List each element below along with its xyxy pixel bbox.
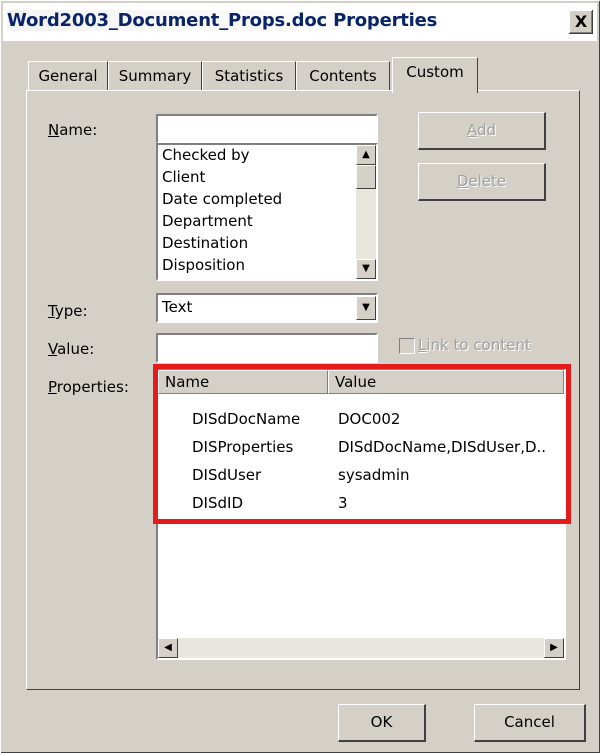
- link-to-content-checkbox[interactable]: [399, 338, 415, 354]
- name-input[interactable]: [156, 114, 378, 144]
- add-button[interactable]: Add: [418, 112, 546, 150]
- properties-label: Properties:: [48, 378, 129, 396]
- arrow-up-icon: ▲: [362, 149, 370, 160]
- scroll-up-button[interactable]: ▲: [356, 145, 376, 165]
- ok-button[interactable]: OK: [338, 704, 426, 742]
- type-select-value: Text: [162, 298, 193, 316]
- list-item[interactable]: Disposition: [162, 256, 245, 274]
- property-value[interactable]: sysadmin: [338, 466, 410, 484]
- list-item[interactable]: Department: [162, 212, 253, 230]
- scroll-right-button[interactable]: ▶: [544, 638, 564, 658]
- tab-statistics[interactable]: Statistics: [202, 61, 296, 91]
- type-select[interactable]: Text ▼: [156, 293, 378, 323]
- name-list[interactable]: Checked by Client Date completed Departm…: [156, 143, 378, 281]
- property-value[interactable]: DISdDocName,DISdUser,D..: [338, 438, 546, 456]
- arrow-left-icon: ◀: [164, 642, 172, 653]
- name-label: Name:: [48, 121, 98, 139]
- dropdown-button[interactable]: ▼: [356, 296, 376, 320]
- property-value[interactable]: DOC002: [338, 410, 400, 428]
- list-item[interactable]: Destination: [162, 234, 248, 252]
- column-header-value[interactable]: Value: [328, 370, 564, 394]
- name-list-scrollbar[interactable]: ▲ ▼: [356, 145, 376, 279]
- tab-label: Contents: [309, 67, 377, 85]
- tab-summary[interactable]: Summary: [108, 61, 202, 91]
- properties-list[interactable]: Name Value DISdDocName DOC002 DISPropert…: [156, 368, 566, 660]
- scroll-left-button[interactable]: ◀: [158, 638, 178, 658]
- tab-general[interactable]: General: [28, 61, 108, 91]
- value-input[interactable]: [156, 333, 378, 363]
- tab-label: Custom: [406, 63, 464, 81]
- property-name[interactable]: DISdDocName: [192, 410, 300, 428]
- property-name[interactable]: DISProperties: [192, 438, 293, 456]
- arrow-right-icon: ▶: [550, 642, 558, 653]
- scroll-down-button[interactable]: ▼: [356, 259, 376, 279]
- title-bar: Word2003_Document_Props.doc Properties X: [3, 3, 597, 41]
- tab-label: Summary: [118, 67, 192, 85]
- window-title: Word2003_Document_Props.doc Properties: [7, 10, 438, 31]
- property-name[interactable]: DISdID: [192, 494, 243, 512]
- arrow-down-icon: ▼: [362, 263, 370, 274]
- close-button[interactable]: X: [569, 10, 593, 34]
- link-to-content-label: Link to content: [418, 336, 531, 354]
- tab-custom[interactable]: Custom: [392, 57, 478, 93]
- cancel-button[interactable]: Cancel: [474, 704, 586, 742]
- value-label: Value:: [48, 340, 95, 358]
- type-label: Type:: [48, 302, 88, 320]
- properties-dialog: Word2003_Document_Props.doc Properties X…: [0, 0, 600, 753]
- tab-label: General: [38, 67, 98, 85]
- list-item[interactable]: Client: [162, 168, 205, 186]
- column-header-name[interactable]: Name: [158, 370, 328, 394]
- chevron-down-icon: ▼: [362, 302, 370, 313]
- list-item[interactable]: Date completed: [162, 190, 282, 208]
- tab-contents[interactable]: Contents: [296, 61, 390, 91]
- property-name[interactable]: DISdUser: [192, 466, 261, 484]
- delete-button[interactable]: Delete: [418, 163, 546, 201]
- list-item[interactable]: Checked by: [162, 146, 250, 164]
- scroll-thumb[interactable]: [356, 165, 376, 189]
- close-icon: X: [574, 12, 588, 31]
- tab-label: Statistics: [214, 67, 284, 85]
- property-value[interactable]: 3: [338, 494, 348, 512]
- horizontal-scrollbar[interactable]: ◀ ▶: [158, 638, 564, 658]
